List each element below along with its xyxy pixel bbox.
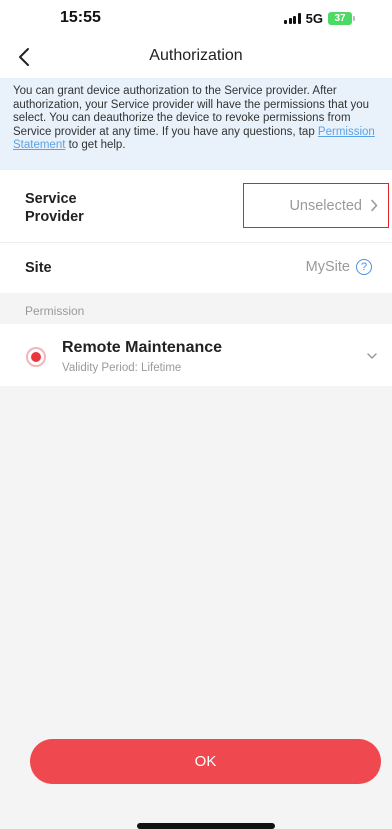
- service-provider-label-line2: Provider: [25, 209, 84, 225]
- permission-validity: Validity Period: Lifetime: [62, 362, 182, 374]
- home-indicator: [137, 823, 275, 829]
- signal-icon: [284, 13, 301, 24]
- info-text-end: to get help.: [65, 139, 126, 152]
- status-indicators: 5G 37: [284, 11, 355, 26]
- service-provider-value: Unselected: [289, 197, 362, 214]
- service-provider-select[interactable]: Unselected: [243, 183, 389, 228]
- permission-title: Remote Maintenance: [62, 339, 223, 356]
- permission-item-remote-maintenance[interactable]: Remote Maintenance Validity Period: Life…: [0, 324, 392, 386]
- help-circle-icon[interactable]: ?: [356, 259, 372, 275]
- service-provider-label: Service Provider: [25, 190, 84, 226]
- status-bar: 15:55 5G 37: [0, 0, 392, 36]
- site-value: MySite: [305, 259, 350, 275]
- radio-selected-icon[interactable]: [26, 347, 46, 367]
- page-title: Authorization: [149, 47, 243, 64]
- chevron-right-icon: [371, 199, 378, 212]
- nav-bar: Authorization: [0, 36, 392, 78]
- permission-section-label: Permission: [25, 304, 85, 318]
- status-time: 15:55: [60, 9, 101, 26]
- site-label: Site: [25, 260, 52, 276]
- network-label: 5G: [305, 11, 323, 26]
- ok-button[interactable]: OK: [30, 739, 381, 784]
- info-text: You can grant device authorization to th…: [13, 85, 370, 138]
- site-value-group: MySite ?: [306, 259, 372, 275]
- service-provider-label-line1: Service: [25, 191, 77, 207]
- chevron-down-icon[interactable]: [364, 348, 380, 364]
- battery-icon: 37: [328, 12, 355, 25]
- info-banner: You can grant device authorization to th…: [0, 78, 392, 170]
- site-row: Site MySite ?: [0, 242, 392, 293]
